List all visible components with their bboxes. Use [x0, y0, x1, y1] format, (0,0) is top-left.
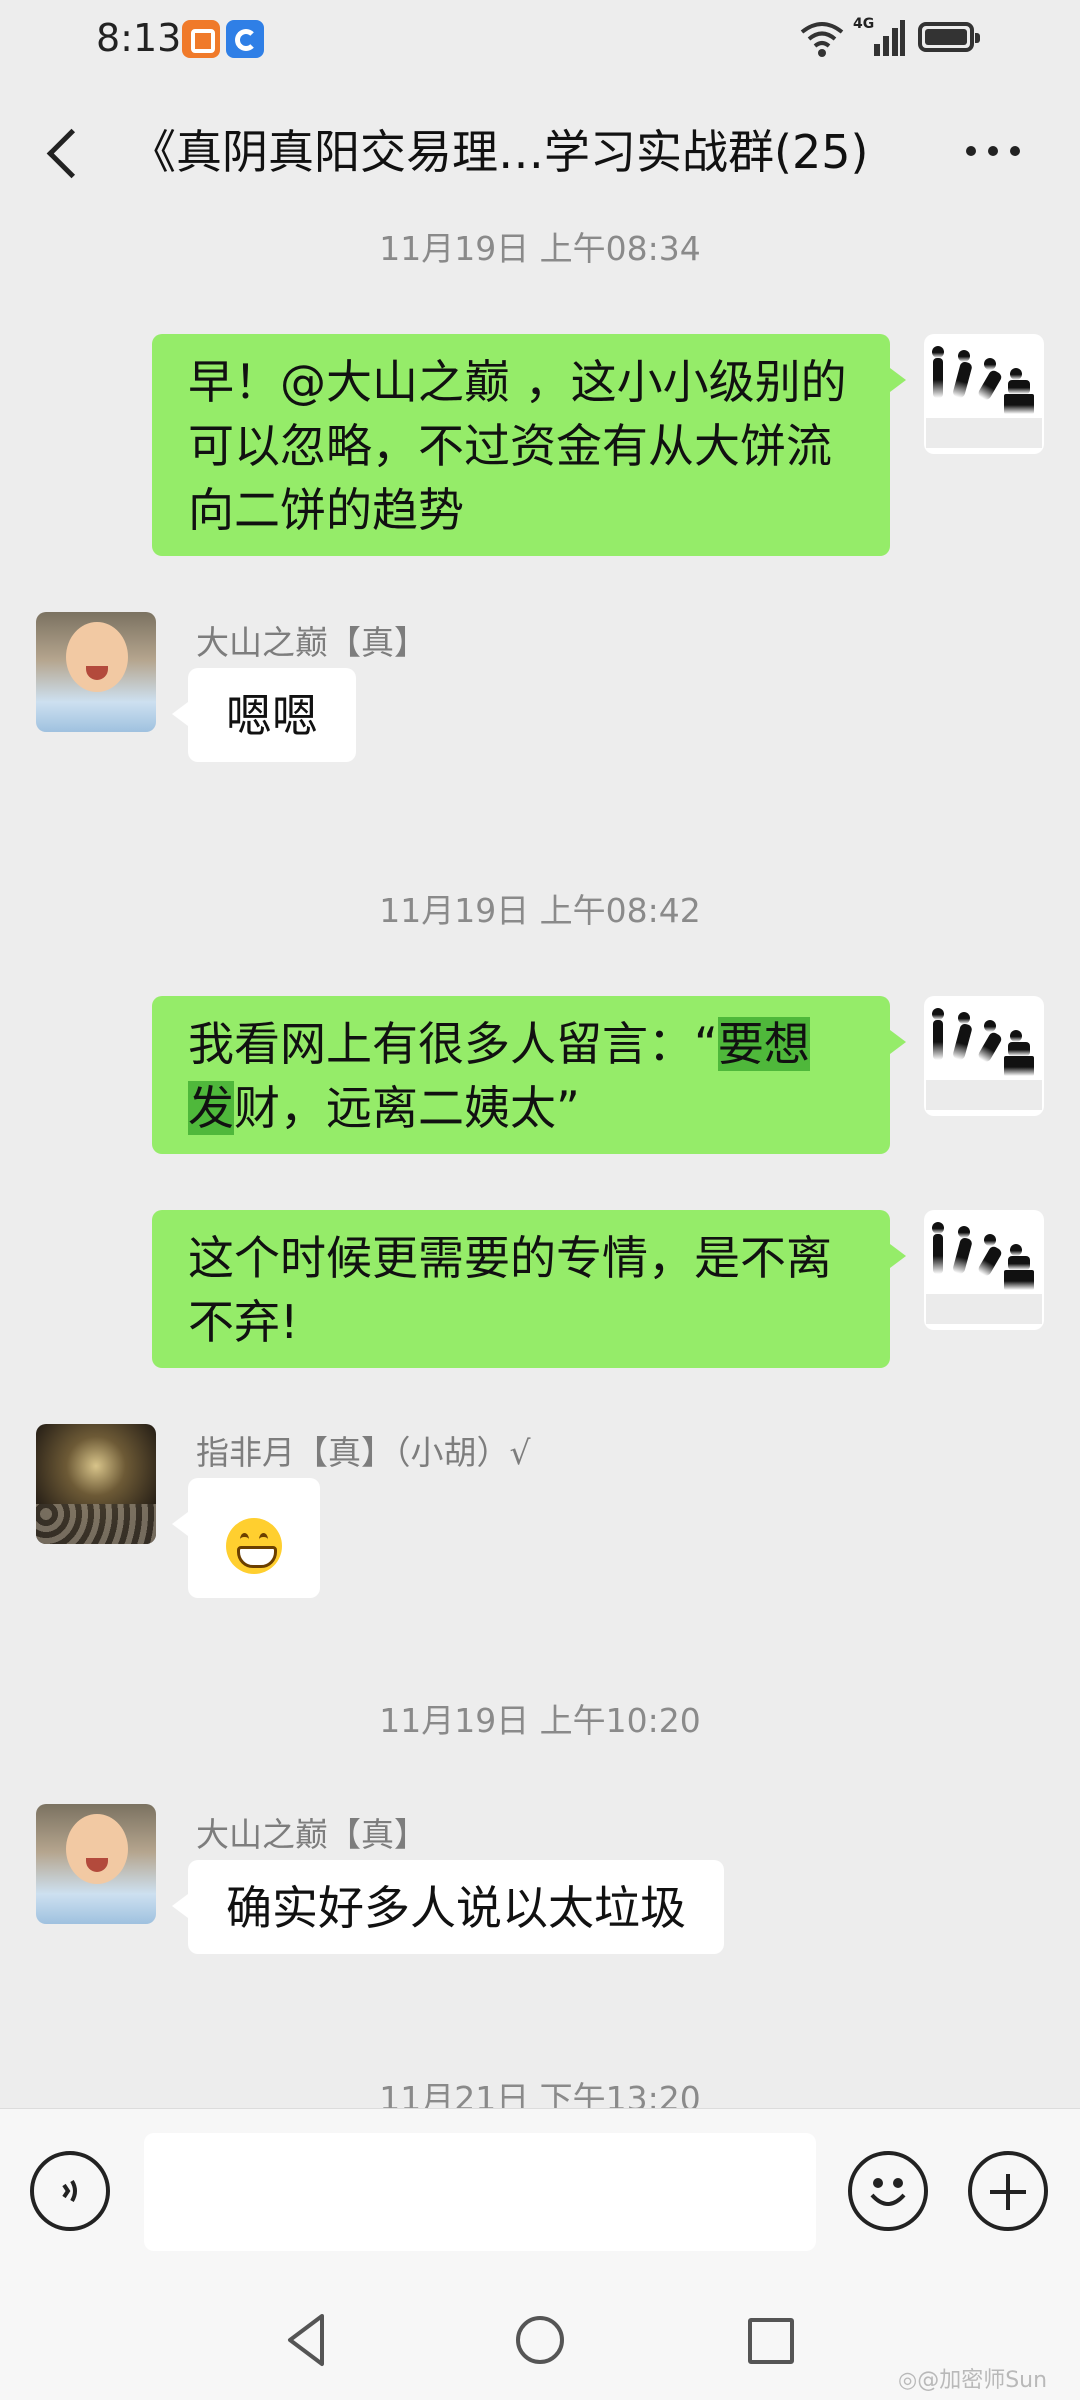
nav-back-button[interactable]	[268, 2300, 348, 2380]
nav-recents-button[interactable]	[730, 2300, 810, 2380]
browser-notification-icon	[226, 20, 264, 58]
sender-name: 大山之巅【真】	[196, 1815, 427, 1854]
message-text: 财，远离二姨太”	[234, 1081, 580, 1135]
voice-icon	[62, 2179, 77, 2203]
sender-name: 指非月【真】（小胡）√	[196, 1433, 531, 1472]
emoji-button[interactable]	[848, 2151, 928, 2231]
evolution-silhouette-icon	[926, 346, 1042, 448]
add-more-button[interactable]	[968, 2151, 1048, 2231]
sender-avatar-dashan[interactable]	[36, 612, 156, 732]
battery-icon	[918, 22, 980, 52]
back-button[interactable]	[36, 116, 96, 186]
their-message-bubble[interactable]	[172, 1478, 320, 1598]
my-message-bubble[interactable]: 早！@大山之巅 ，这小小级别的可以忽略，不过资金有从大饼流向二饼的趋势	[152, 334, 906, 556]
timestamp: 11月19日 上午08:34	[379, 229, 701, 268]
sender-avatar-zhifeiyue[interactable]	[36, 1424, 156, 1544]
their-message-bubble[interactable]: 嗯嗯	[172, 668, 356, 762]
my-avatar[interactable]	[924, 334, 1044, 454]
app-notification-icon	[182, 20, 220, 58]
triangle-back-icon	[288, 2314, 324, 2366]
chat-header: 《真阴真阳交易理…学习实战群(25)	[0, 80, 1080, 220]
chat-title: 《真阴真阳交易理…学习实战群(25)	[130, 125, 869, 179]
timestamp: 11月21日 下午13:20	[379, 2079, 701, 2108]
sender-avatar-dashan[interactable]	[36, 1804, 156, 1924]
smiley-icon	[870, 2178, 906, 2206]
evolution-silhouette-icon	[926, 1222, 1042, 1324]
timestamp: 11月19日 上午10:20	[379, 1701, 701, 1740]
message-text: 确实好多人说以太垃圾	[226, 1881, 686, 1935]
message-text: 早！@大山之巅 ，这小小级别的可以忽略，不过资金有从大饼流向二饼的趋势	[188, 355, 847, 537]
my-avatar[interactable]	[924, 996, 1044, 1116]
grinning-face-emoji-icon	[226, 1517, 282, 1574]
message-text: 我看网上有很多人留言：“	[188, 1017, 718, 1071]
status-time: 8:13	[96, 16, 182, 60]
status-bar: 8:13 4G	[0, 0, 1080, 80]
message-text: 嗯嗯	[226, 689, 318, 743]
voice-input-button[interactable]	[30, 2151, 110, 2231]
chat-messages[interactable]: 11月19日 上午08:34 早！@大山之巅 ，这小小级别的可以忽略，不过资金有…	[0, 220, 1080, 2108]
wifi-icon	[800, 22, 844, 57]
timestamp: 11月19日 上午08:42	[379, 891, 701, 930]
input-bar	[0, 2108, 1080, 2281]
message-input[interactable]	[144, 2133, 816, 2251]
my-message-bubble[interactable]: 这个时候更需要的专情，是不离不弃!	[152, 1210, 906, 1368]
message-text: 这个时候更需要的专情，是不离不弃!	[188, 1231, 832, 1349]
more-options-button[interactable]	[958, 140, 1028, 170]
my-avatar[interactable]	[924, 1210, 1044, 1330]
signal-icon	[874, 20, 905, 56]
evolution-silhouette-icon	[926, 1008, 1042, 1110]
watermark: ◎@加密师Sun	[898, 2368, 1048, 2393]
their-message-bubble[interactable]: 确实好多人说以太垃圾	[172, 1860, 724, 1954]
sender-name: 大山之巅【真】	[196, 623, 427, 662]
my-message-bubble[interactable]: 我看网上有很多人留言：“要想发财，远离二姨太”	[152, 996, 906, 1154]
nav-home-button[interactable]	[500, 2300, 580, 2380]
